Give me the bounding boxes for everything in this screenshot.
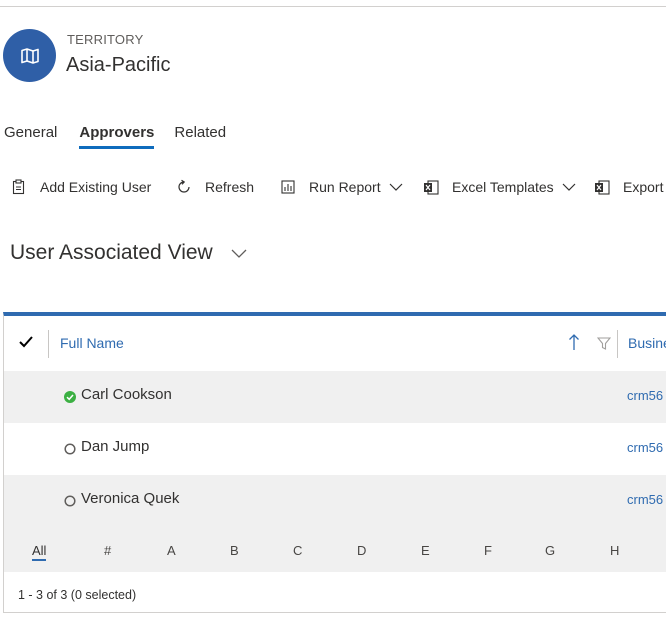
table-row[interactable]: Veronica Quek crm56: [4, 475, 666, 527]
column-header-full-name[interactable]: Full Name: [60, 335, 124, 351]
run-report-button[interactable]: Run Report: [279, 178, 403, 196]
run-report-label: Run Report: [309, 179, 381, 195]
jump-a[interactable]: A: [167, 543, 176, 558]
tab-general[interactable]: General: [4, 124, 57, 151]
export-excel-icon: [593, 178, 611, 196]
column-divider: [617, 330, 618, 358]
sort-ascending-icon[interactable]: [568, 334, 580, 356]
full-name-link[interactable]: Dan Jump: [81, 438, 149, 455]
business-unit-link[interactable]: crm56: [627, 492, 663, 507]
column-divider: [48, 330, 49, 358]
chevron-down-icon: [562, 183, 576, 191]
select-all-checkmark-icon[interactable]: [18, 334, 34, 350]
table-row[interactable]: Carl Cookson crm56: [4, 371, 666, 423]
command-bar: Add Existing User Refresh Run Report Exc…: [0, 178, 666, 202]
chevron-down-icon: [389, 183, 403, 191]
report-icon: [279, 178, 297, 196]
filter-icon[interactable]: [596, 337, 612, 355]
refresh-icon: [175, 178, 193, 196]
jump-h[interactable]: H: [610, 543, 619, 558]
jump-all[interactable]: All: [32, 543, 47, 561]
jump-g[interactable]: G: [545, 543, 555, 558]
top-divider: [0, 6, 666, 7]
export-to-excel-button[interactable]: Export: [593, 178, 663, 196]
jump-b[interactable]: B: [230, 543, 239, 558]
full-name-link[interactable]: Carl Cookson: [81, 386, 172, 403]
jump-f[interactable]: F: [484, 543, 492, 558]
table-row[interactable]: Dan Jump crm56: [4, 423, 666, 475]
entity-type-label: TERRITORY: [67, 32, 144, 47]
business-unit-link[interactable]: crm56: [627, 388, 663, 403]
map-icon: [3, 29, 56, 82]
export-label: Export: [623, 179, 664, 195]
inactive-status-icon: [64, 442, 76, 455]
full-name-link[interactable]: Veronica Quek: [81, 490, 179, 507]
grid-header: Full Name Busine: [4, 316, 666, 371]
refresh-label: Refresh: [205, 179, 255, 195]
refresh-button[interactable]: Refresh: [175, 178, 254, 196]
jump-d[interactable]: D: [357, 543, 366, 558]
excel-templates-label: Excel Templates: [452, 179, 554, 195]
add-existing-user-label: Add Existing User: [40, 179, 152, 195]
jump-bar: All # A B C D E F G H: [4, 527, 666, 572]
chevron-down-icon: [231, 249, 247, 258]
add-user-icon: [10, 178, 28, 196]
inactive-status-icon: [64, 494, 76, 507]
view-title: User Associated View: [10, 241, 213, 264]
jump-hash[interactable]: #: [104, 543, 111, 558]
excel-templates-button[interactable]: Excel Templates: [422, 178, 576, 196]
business-unit-link[interactable]: crm56: [627, 440, 663, 455]
tab-list: General Approvers Related: [0, 124, 226, 151]
excel-icon: [422, 178, 440, 196]
tab-related[interactable]: Related: [174, 124, 226, 151]
jump-e[interactable]: E: [421, 543, 430, 558]
tab-approvers[interactable]: Approvers: [79, 124, 155, 151]
record-title: Asia-Pacific: [66, 54, 171, 76]
column-header-business-unit[interactable]: Busine: [628, 335, 666, 351]
users-grid: Full Name Busine Carl Cookson crm56 Dan …: [3, 312, 666, 613]
add-existing-user-button[interactable]: Add Existing User: [10, 178, 151, 196]
view-selector[interactable]: User Associated View: [10, 241, 247, 265]
jump-c[interactable]: C: [293, 543, 302, 558]
record-count: 1 - 3 of 3 (0 selected): [18, 588, 137, 602]
active-status-icon: [64, 390, 76, 403]
